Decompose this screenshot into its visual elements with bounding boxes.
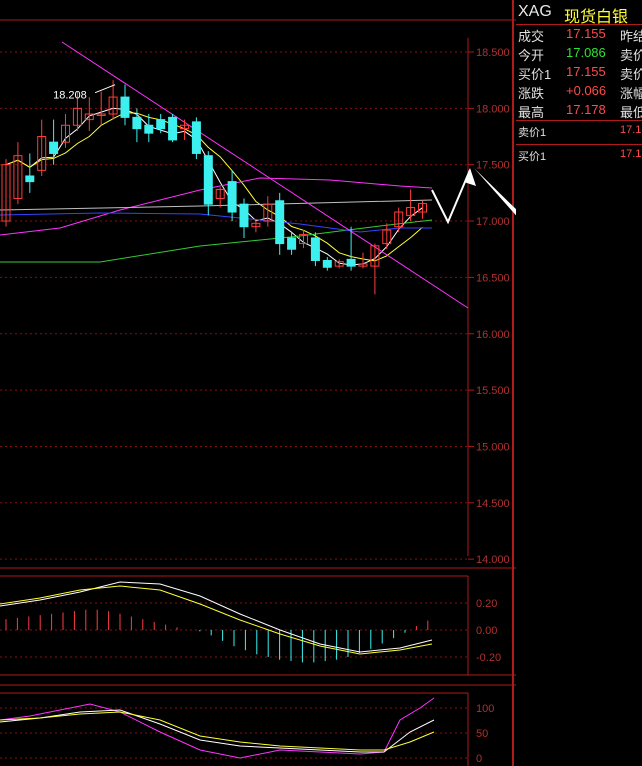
divider bbox=[516, 120, 642, 121]
prev-settle-label: 昨结 bbox=[620, 29, 642, 44]
dif-line bbox=[0, 581, 433, 653]
candle-down bbox=[120, 96, 130, 118]
open-price: 17.086 bbox=[566, 45, 606, 60]
y-tick-label: 14.000 bbox=[476, 554, 510, 566]
amplitude-label: 涨幅 bbox=[620, 86, 642, 101]
peak-pointer bbox=[94, 84, 116, 94]
ma-line-blue bbox=[0, 212, 432, 233]
k-line bbox=[0, 709, 435, 753]
dea-line bbox=[0, 585, 433, 655]
y-tick-label: 100 bbox=[476, 703, 494, 715]
y-tick-label: 0 bbox=[476, 753, 482, 765]
y-tick-label: 0.00 bbox=[476, 625, 497, 637]
trendline bbox=[61, 41, 469, 309]
y-tick-label: -0.20 bbox=[476, 652, 501, 664]
candle-down bbox=[144, 124, 154, 134]
y-tick-label: 0.20 bbox=[476, 598, 497, 610]
high-price: 17.178 bbox=[566, 102, 606, 117]
divider bbox=[516, 24, 642, 25]
y-tick-label: 18.000 bbox=[476, 103, 510, 115]
peak-label: 18.208 bbox=[53, 90, 87, 102]
y-tick-label: 16.000 bbox=[476, 329, 510, 341]
open-label: 今开 bbox=[518, 48, 545, 63]
j-line bbox=[0, 697, 435, 759]
candle-down bbox=[310, 237, 320, 261]
ma-line-magenta bbox=[0, 177, 433, 236]
candle-down bbox=[239, 203, 249, 228]
candle-down bbox=[191, 121, 201, 154]
low-label: 最低 bbox=[620, 105, 642, 120]
candle-down bbox=[203, 155, 213, 205]
bid-label: 买价1 bbox=[518, 67, 552, 82]
change-label: 涨跌 bbox=[518, 86, 545, 101]
symbol-code: XAG bbox=[518, 3, 552, 20]
candle-down bbox=[168, 116, 178, 141]
y-tick-label: 17.500 bbox=[476, 160, 510, 172]
ma-line-gray bbox=[0, 199, 433, 211]
candle-down bbox=[49, 141, 59, 154]
last-price: 17.155 bbox=[566, 26, 606, 41]
candle-down bbox=[227, 181, 237, 213]
candle-down bbox=[346, 258, 356, 267]
y-tick-label: 14.500 bbox=[476, 498, 510, 510]
candle-down bbox=[287, 237, 297, 250]
sell-label: 卖价 bbox=[620, 67, 642, 82]
quote-panel: XAG 现货白银 成交 17.155 昨结 今开 17.086 卖价 买价1 1… bbox=[516, 0, 642, 766]
high-label: 最高 bbox=[518, 105, 545, 120]
ask1-price: 17.1 bbox=[620, 124, 642, 136]
y-tick-label: 17.000 bbox=[476, 216, 510, 228]
d-line bbox=[0, 711, 435, 751]
annotation-arrow bbox=[431, 169, 471, 225]
ask1-label: 卖价1 bbox=[518, 127, 547, 139]
bid1-label: 买价1 bbox=[518, 151, 547, 163]
change-value: +0.066 bbox=[566, 83, 607, 98]
divider bbox=[516, 144, 642, 145]
candle-down bbox=[156, 119, 166, 130]
candle-down bbox=[25, 175, 35, 183]
y-tick-label: 15.000 bbox=[476, 441, 510, 453]
annotation-arrowhead bbox=[464, 168, 476, 186]
candle-down bbox=[132, 116, 142, 130]
bid-price: 17.155 bbox=[566, 64, 606, 79]
y-tick-label: 18.500 bbox=[476, 47, 510, 59]
candle-down bbox=[275, 200, 285, 245]
candle-down bbox=[322, 259, 332, 268]
ask-label: 卖价 bbox=[620, 48, 642, 63]
y-tick-label: 15.500 bbox=[476, 385, 510, 397]
bid1-price: 17.1 bbox=[620, 148, 642, 160]
kline-chart[interactable]: 18.500 18.000 17.500 17.000 16.500 16.000 15.5… bbox=[0, 0, 516, 766]
y-tick-label: 50 bbox=[476, 728, 488, 740]
y-tick-label: 16.500 bbox=[476, 272, 510, 284]
last-label: 成交 bbox=[518, 29, 545, 44]
